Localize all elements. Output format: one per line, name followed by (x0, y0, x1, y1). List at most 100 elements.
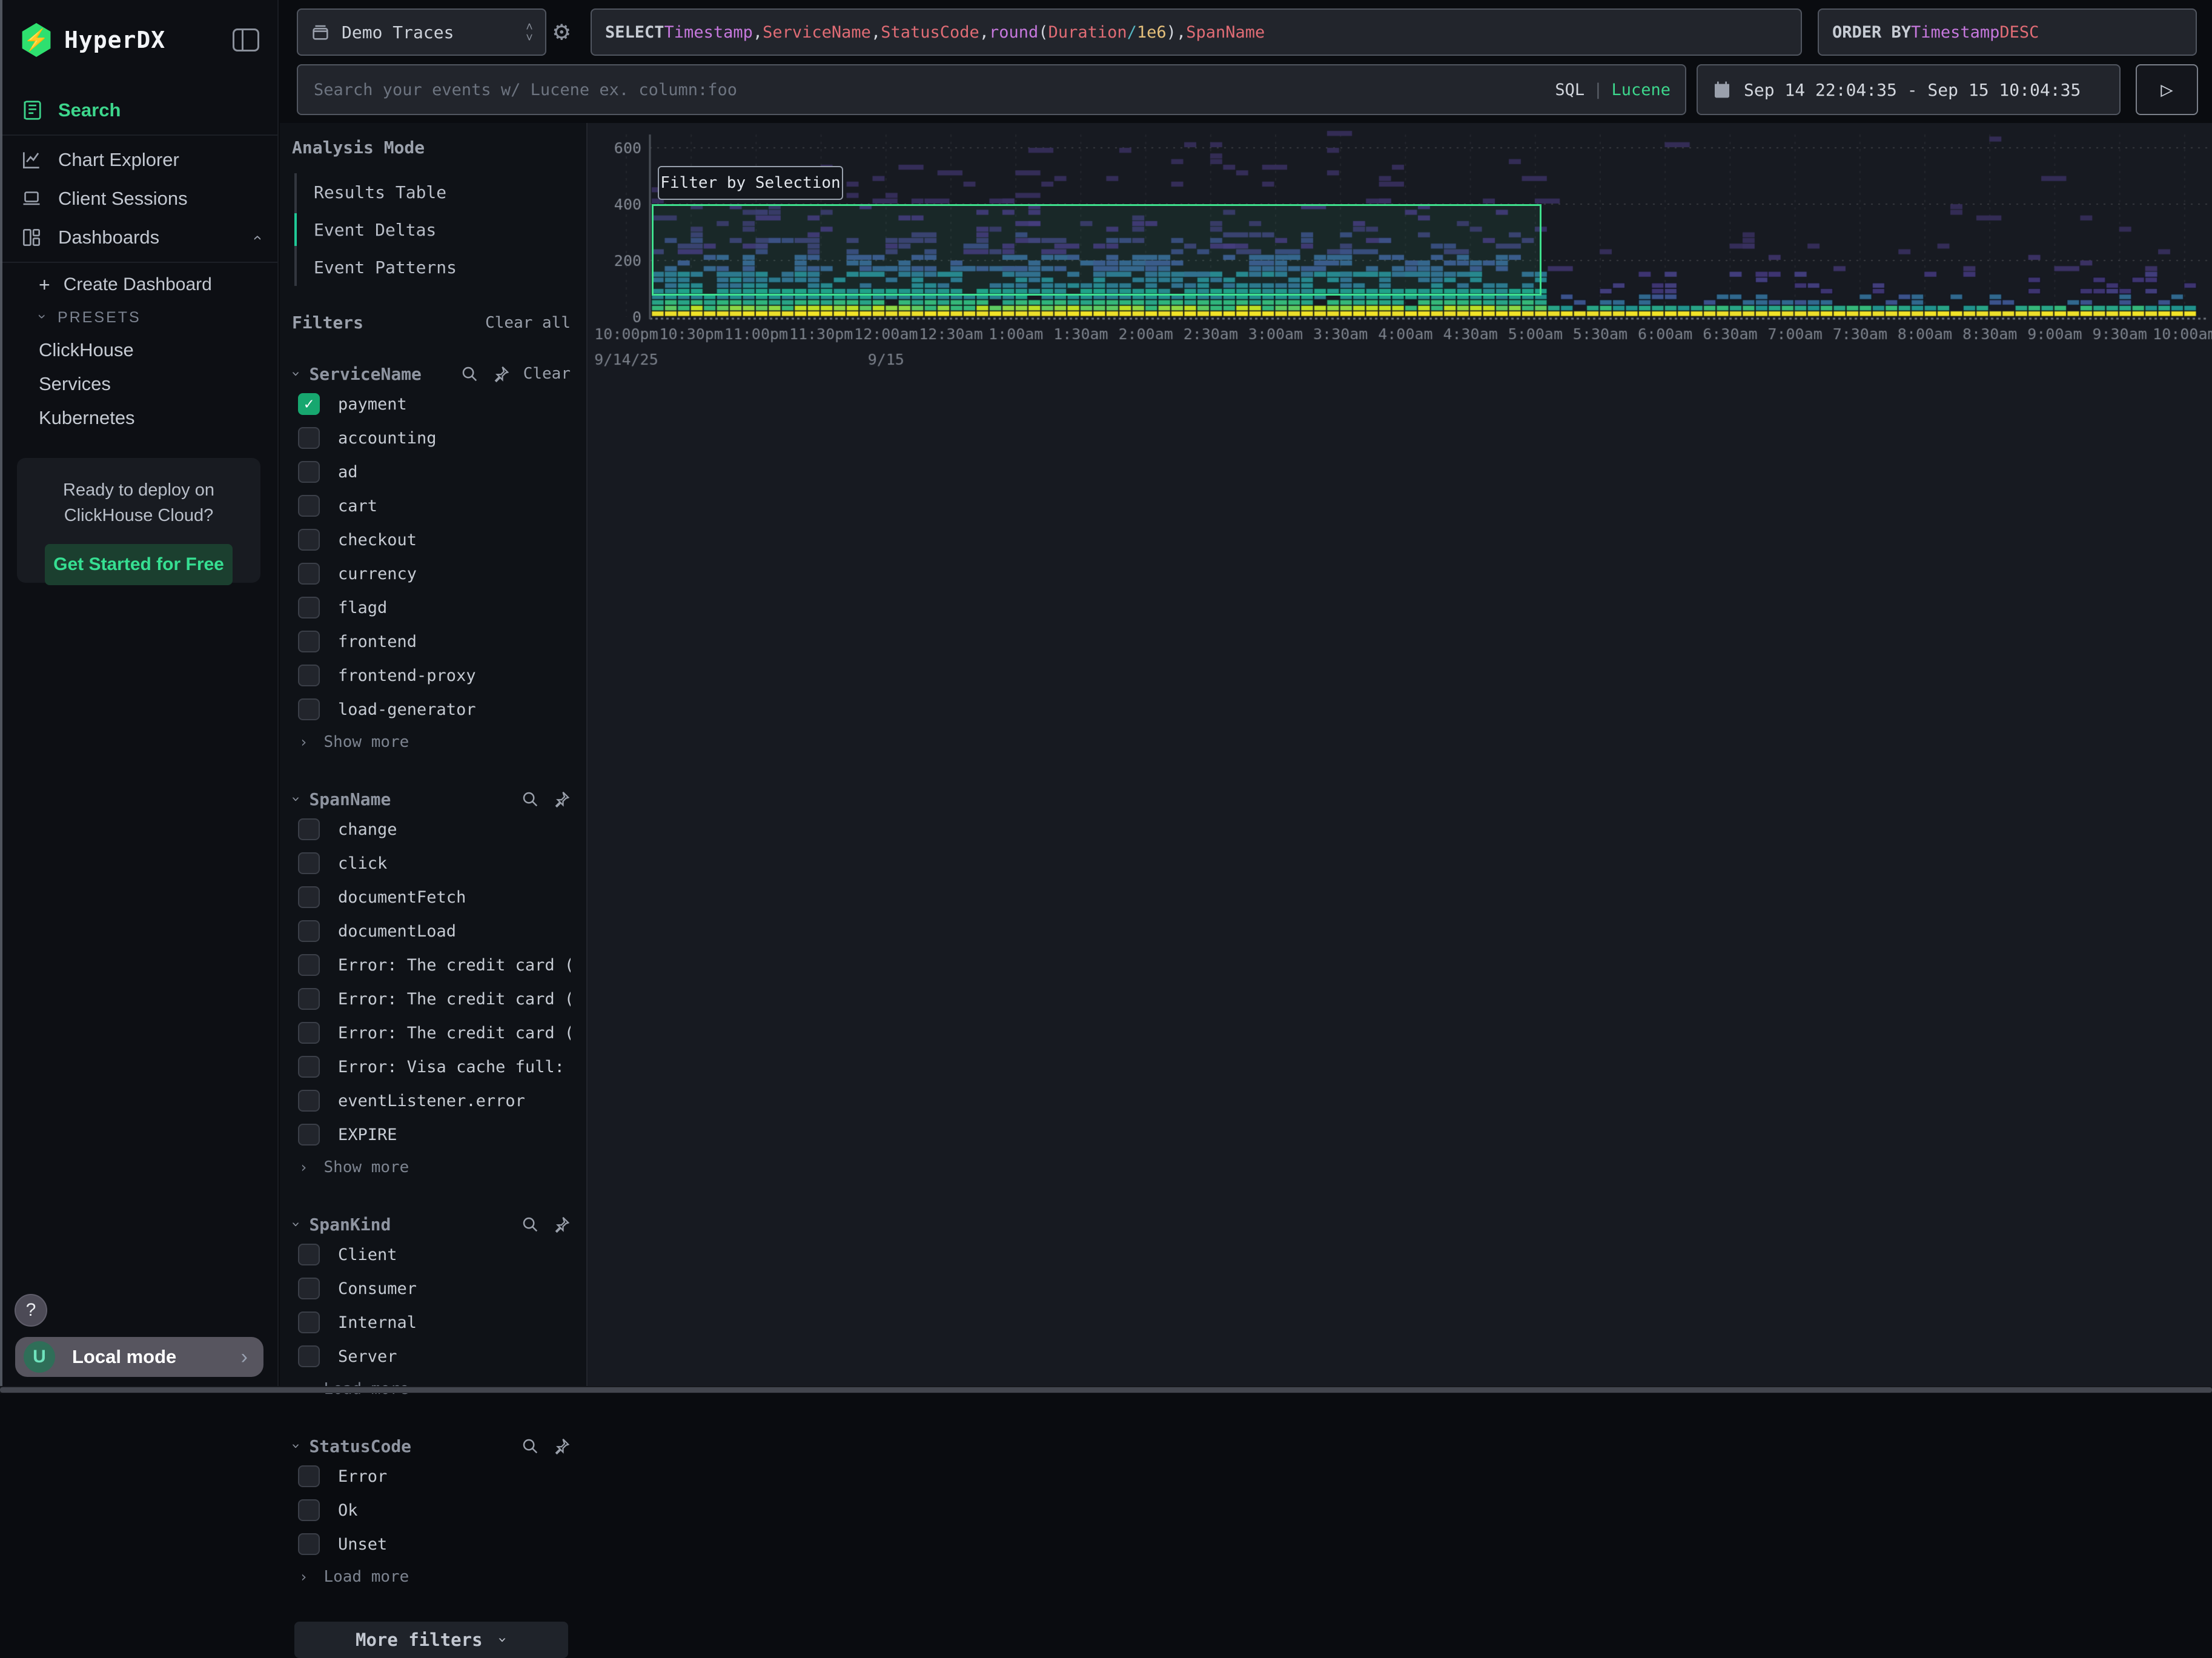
select-query-input[interactable]: SELECT Timestamp, ServiceName, StatusCod… (591, 8, 1802, 56)
filter-option[interactable]: frontend-proxy (292, 658, 571, 692)
create-dashboard-button[interactable]: + Create Dashboard (0, 268, 277, 302)
checkbox[interactable] (298, 920, 320, 942)
search-icon[interactable] (521, 1215, 539, 1233)
help-button[interactable]: ? (15, 1294, 47, 1327)
sidebar-item-client-sessions[interactable]: Client Sessions (0, 179, 277, 218)
date-range-picker[interactable]: Sep 14 22:04:35 - Sep 15 10:04:35 (1697, 64, 2121, 115)
filter-option[interactable]: accounting (292, 421, 571, 455)
analysis-mode-event-deltas[interactable]: Event Deltas (297, 211, 571, 248)
filter-by-selection-button[interactable]: Filter by Selection (658, 166, 843, 200)
filter-option[interactable]: Ok (292, 1493, 571, 1527)
checkbox[interactable] (298, 1124, 320, 1146)
collapse-sidebar-icon[interactable] (233, 28, 259, 51)
filter-option[interactable]: Unset (292, 1527, 571, 1561)
analysis-mode-event-patterns[interactable]: Event Patterns (297, 248, 571, 286)
chevron-down-icon[interactable]: › (288, 1442, 305, 1450)
checkbox[interactable] (298, 427, 320, 449)
checkbox[interactable] (298, 1345, 320, 1367)
checkbox[interactable] (298, 818, 320, 840)
run-query-button[interactable]: ▷ (2136, 64, 2198, 115)
checkbox[interactable] (298, 529, 320, 551)
checkbox[interactable] (298, 1056, 320, 1078)
filter-option[interactable]: Client (292, 1238, 571, 1272)
checkbox[interactable] (298, 1311, 320, 1333)
filter-option[interactable]: Error: The credit card (… (292, 982, 571, 1016)
search-input[interactable] (313, 80, 1555, 100)
lucene-mode-toggle[interactable]: Lucene (1611, 81, 1671, 99)
presets-toggle[interactable]: › PRESETS (0, 302, 277, 333)
checkbox[interactable] (298, 1533, 320, 1555)
scrollbar-thumb[interactable] (0, 1387, 2212, 1393)
pin-icon[interactable] (552, 790, 571, 808)
filter-option[interactable]: load-generator (292, 692, 571, 726)
horizontal-scrollbar[interactable] (0, 1386, 2212, 1393)
filter-option[interactable]: currency (292, 557, 571, 591)
filter-option[interactable]: Consumer (292, 1272, 571, 1305)
filter-option[interactable]: checkout (292, 523, 571, 557)
checkbox[interactable] (298, 1465, 320, 1487)
filter-option[interactable]: ✓payment (292, 387, 571, 421)
chevron-down-icon[interactable]: › (288, 1220, 305, 1229)
checkbox[interactable] (298, 1278, 320, 1299)
checkbox[interactable] (298, 698, 320, 720)
filter-option[interactable]: Error: The credit card (… (292, 948, 571, 982)
search-icon[interactable] (521, 790, 539, 808)
load-more-button[interactable]: ›Load more (292, 1561, 571, 1593)
filter-option[interactable]: click (292, 846, 571, 880)
sidebar-item-search[interactable]: Search (0, 91, 277, 130)
pin-icon[interactable] (492, 365, 510, 383)
checkbox[interactable] (298, 631, 320, 652)
filter-option[interactable]: EXPIRE (292, 1118, 571, 1152)
checkbox[interactable] (298, 1090, 320, 1112)
checkbox[interactable] (298, 563, 320, 585)
get-started-button[interactable]: Get Started for Free (45, 544, 233, 585)
checkbox[interactable] (298, 988, 320, 1010)
gear-icon[interactable]: ⚙ (554, 16, 570, 47)
pin-icon[interactable] (552, 1437, 571, 1455)
order-by-input[interactable]: ORDER BY Timestamp DESC (1818, 8, 2197, 56)
checkbox[interactable] (298, 852, 320, 874)
sql-mode-toggle[interactable]: SQL (1555, 81, 1584, 99)
preset-item-clickhouse[interactable]: ClickHouse (0, 333, 277, 367)
filter-option[interactable]: change (292, 812, 571, 846)
analysis-mode-results-table[interactable]: Results Table (297, 173, 571, 211)
checkbox[interactable] (298, 597, 320, 618)
filter-option[interactable]: Error: The credit card (… (292, 1016, 571, 1050)
checkbox[interactable] (298, 1244, 320, 1265)
checkbox[interactable] (298, 954, 320, 976)
checkbox[interactable] (298, 461, 320, 483)
chart-selection-rect[interactable] (652, 204, 1541, 296)
hyperdx-logo-icon[interactable]: ⚡ (21, 23, 52, 57)
filter-option[interactable]: documentFetch (292, 880, 571, 914)
checkbox[interactable]: ✓ (298, 393, 320, 415)
filter-option[interactable]: eventListener.error (292, 1084, 571, 1118)
filter-option[interactable]: ad (292, 455, 571, 489)
checkbox[interactable] (298, 495, 320, 517)
pin-icon[interactable] (552, 1215, 571, 1233)
filter-option[interactable]: Server (292, 1339, 571, 1373)
filter-option[interactable]: documentLoad (292, 914, 571, 948)
checkbox[interactable] (298, 665, 320, 686)
filter-option[interactable]: cart (292, 489, 571, 523)
search-icon[interactable] (521, 1437, 539, 1455)
filter-option[interactable]: Error (292, 1459, 571, 1493)
clear-group-button[interactable]: Clear (523, 365, 571, 383)
sidebar-item-chart-explorer[interactable]: Chart Explorer (0, 141, 277, 179)
more-filters-button[interactable]: More filters › (294, 1622, 568, 1658)
checkbox[interactable] (298, 886, 320, 908)
sidebar-item-dashboards[interactable]: Dashboards› (0, 218, 277, 257)
clear-all-button[interactable]: Clear all (485, 314, 571, 332)
preset-item-kubernetes[interactable]: Kubernetes (0, 401, 277, 435)
filter-option[interactable]: Error: Visa cache full: … (292, 1050, 571, 1084)
preset-item-services[interactable]: Services (0, 367, 277, 401)
show-more-button[interactable]: ›Show more (292, 726, 571, 758)
show-more-button[interactable]: ›Show more (292, 1152, 571, 1183)
filter-option[interactable]: flagd (292, 591, 571, 625)
checkbox[interactable] (298, 1022, 320, 1044)
filter-option[interactable]: frontend (292, 625, 571, 658)
search-icon[interactable] (460, 365, 478, 383)
source-selector[interactable]: Demo Traces ˄˅ (297, 8, 546, 56)
chevron-down-icon[interactable]: › (288, 795, 305, 803)
filter-option[interactable]: Internal (292, 1305, 571, 1339)
checkbox[interactable] (298, 1499, 320, 1521)
